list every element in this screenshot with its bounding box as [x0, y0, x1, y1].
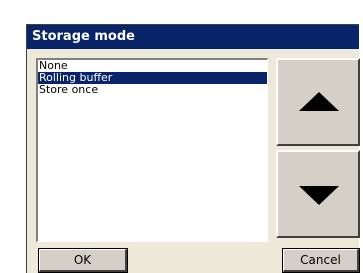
scroll-down-button[interactable] [276, 150, 360, 238]
list-item-store-once[interactable]: Store once [38, 84, 267, 96]
triangle-up-icon [299, 92, 339, 111]
ok-button[interactable]: OK [38, 248, 128, 273]
storage-mode-dialog: Storage mode None Rolling buffer Store o… [26, 24, 360, 273]
dialog-title: Storage mode [27, 25, 359, 49]
storage-mode-list[interactable]: None Rolling buffer Store once [36, 58, 268, 242]
scroll-up-button[interactable] [276, 58, 360, 146]
triangle-down-icon [299, 186, 339, 205]
cancel-button[interactable]: Cancel [282, 248, 360, 273]
